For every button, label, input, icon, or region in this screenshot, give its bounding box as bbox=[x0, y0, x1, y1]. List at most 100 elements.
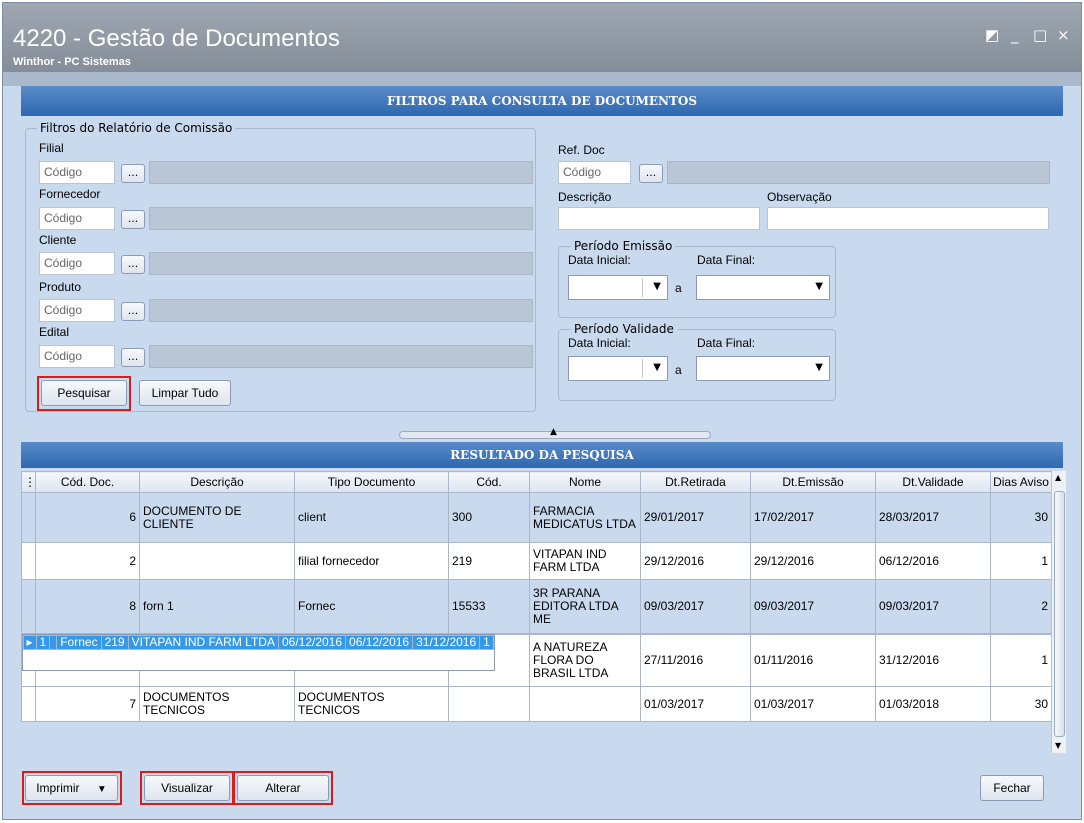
row-indicator bbox=[21, 579, 36, 634]
emissao-data-inicial-label: Data Inicial: bbox=[568, 253, 631, 267]
results-table: ⋮ Cód. Doc. Descrição Tipo Documento Cód… bbox=[21, 471, 1052, 722]
results-header: RESULTADO DA PESQUISA bbox=[21, 442, 1063, 468]
edital-name-field bbox=[149, 345, 533, 368]
validade-data-final-label: Data Final: bbox=[697, 336, 756, 350]
cell-nome: VITAPAN IND FARM LTDA bbox=[529, 542, 641, 580]
filial-label: Filial bbox=[39, 141, 64, 155]
periodo-validade-label: Período Validade bbox=[571, 322, 677, 336]
column-header[interactable]: Dt.Retirada bbox=[640, 471, 751, 493]
cell-descricao bbox=[49, 635, 58, 650]
validade-a-label: a bbox=[675, 363, 682, 377]
fornecedor-label: Fornecedor bbox=[39, 187, 101, 201]
ref-doc-lookup-button[interactable]: ... bbox=[639, 164, 663, 183]
cell-nome: VITAPAN IND FARM LTDA bbox=[127, 635, 279, 650]
cell-dt-validade: 01/03/2018 bbox=[875, 686, 991, 722]
cell-descricao: DOCUMENTO DE CLIENTE bbox=[139, 492, 295, 543]
filters-group-label: Filtros do Relatório de Comissão bbox=[37, 121, 236, 135]
produto-lookup-button[interactable]: ... bbox=[121, 302, 145, 321]
cell-dt-retirada: 09/03/2017 bbox=[640, 579, 751, 634]
cell-dt-emissao: 17/02/2017 bbox=[750, 492, 876, 543]
maximize-icon[interactable]: □ bbox=[1033, 26, 1047, 44]
column-header[interactable]: Descrição bbox=[139, 471, 295, 493]
fornecedor-lookup-button[interactable]: ... bbox=[121, 210, 145, 229]
emissao-data-inicial-select[interactable]: ▼ bbox=[568, 275, 668, 300]
window-title: 4220 - Gestão de Documentos bbox=[13, 25, 340, 52]
scroll-up-icon[interactable]: ▲ bbox=[1055, 473, 1061, 482]
cell-cod bbox=[448, 686, 530, 722]
cell-dt-emissao: 01/11/2016 bbox=[750, 634, 876, 687]
validade-data-final-select[interactable]: ▼ bbox=[696, 356, 830, 381]
cliente-lookup-button[interactable]: ... bbox=[121, 255, 145, 274]
cell-cod: 300 bbox=[448, 492, 530, 543]
splitter-handle[interactable]: ▲ bbox=[399, 427, 711, 439]
observacao-label: Observação bbox=[767, 190, 832, 204]
cliente-name-field bbox=[149, 252, 533, 275]
scroll-thumb[interactable] bbox=[1054, 491, 1065, 737]
column-header[interactable]: Tipo Documento bbox=[294, 471, 449, 493]
cell-tipo: Fornec bbox=[56, 635, 102, 650]
validade-data-inicial-label: Data Inicial: bbox=[568, 336, 631, 350]
cell-dt-validade: 31/12/2016 bbox=[412, 635, 481, 650]
minimize-icon[interactable]: _ bbox=[1011, 26, 1019, 44]
close-icon[interactable]: × bbox=[1057, 26, 1070, 44]
title-bar: 4220 - Gestão de Documentos Winthor - PC… bbox=[3, 3, 1081, 72]
table-row[interactable]: 2 filial fornecedor 219 VITAPAN IND FARM… bbox=[21, 542, 1052, 580]
column-header[interactable]: Dias Aviso bbox=[990, 471, 1052, 493]
chevron-down-icon: ▼ bbox=[653, 362, 661, 373]
chevron-down-icon: ▼ bbox=[815, 281, 823, 292]
imprimir-highlight bbox=[22, 771, 122, 805]
cell-tipo: DOCUMENTOS TECNICOS bbox=[294, 686, 449, 722]
cell-dt-retirada: 27/11/2016 bbox=[640, 634, 751, 687]
row-indicator bbox=[21, 492, 36, 543]
table-row[interactable]: 7 DOCUMENTOS TECNICOS DOCUMENTOS TECNICO… bbox=[21, 686, 1052, 722]
cell-dt-validade: 28/03/2017 bbox=[875, 492, 991, 543]
cell-nome: FARMACIA MEDICATUS LTDA bbox=[529, 492, 641, 543]
observacao-input[interactable] bbox=[767, 207, 1049, 230]
cell-cod: 219 bbox=[448, 542, 530, 580]
scroll-down-icon[interactable]: ▼ bbox=[1055, 741, 1061, 750]
validade-data-inicial-select[interactable]: ▼ bbox=[568, 356, 668, 381]
filters-header: FILTROS PARA CONSULTA DE DOCUMENTOS bbox=[21, 86, 1063, 116]
cell-cod-doc: 8 bbox=[35, 579, 140, 634]
cell-dt-retirada: 29/01/2017 bbox=[640, 492, 751, 543]
edital-code-input[interactable]: Código bbox=[39, 345, 115, 368]
fornecedor-code-input[interactable]: Código bbox=[39, 207, 115, 230]
produto-name-field bbox=[149, 299, 533, 322]
main-panel: FILTROS PARA CONSULTA DE DOCUMENTOS Filt… bbox=[21, 86, 1066, 810]
descricao-input[interactable] bbox=[558, 207, 760, 230]
filial-lookup-button[interactable]: ... bbox=[121, 164, 145, 183]
column-header[interactable]: Cód. Doc. bbox=[35, 471, 140, 493]
table-row[interactable]: 8 forn 1 Fornec 15533 3R PARANA EDITORA … bbox=[21, 579, 1052, 634]
table-row[interactable]: 6 DOCUMENTO DE CLIENTE client 300 FARMAC… bbox=[21, 492, 1052, 543]
cell-dias-aviso: 2 bbox=[990, 579, 1052, 634]
cell-dt-validade: 09/03/2017 bbox=[875, 579, 991, 634]
chevron-up-icon: ▲ bbox=[550, 427, 557, 437]
cell-descricao: forn 1 bbox=[139, 579, 295, 634]
column-header[interactable]: Cód. bbox=[448, 471, 530, 493]
column-header[interactable]: Dt.Emissão bbox=[750, 471, 876, 493]
restore-icon[interactable]: ◩ bbox=[985, 26, 999, 44]
column-header[interactable]: Dt.Validade bbox=[875, 471, 991, 493]
title-band bbox=[3, 72, 1081, 86]
produto-label: Produto bbox=[39, 280, 82, 294]
filial-code-input[interactable]: Código bbox=[39, 161, 115, 184]
cell-dt-emissao: 06/12/2016 bbox=[345, 635, 414, 650]
cell-descricao: DOCUMENTOS TECNICOS bbox=[139, 686, 295, 722]
cell-cod: 219 bbox=[100, 635, 129, 650]
cliente-code-input[interactable]: Código bbox=[39, 252, 115, 275]
results-scrollbar[interactable]: ▲ ▼ bbox=[1051, 471, 1066, 753]
table-row-selected[interactable]: ▸ 1 Fornec 219 VITAPAN IND FARM LTDA 06/… bbox=[21, 634, 495, 671]
cell-dt-validade: 06/12/2016 bbox=[875, 542, 991, 580]
fechar-button[interactable]: Fechar bbox=[980, 775, 1044, 801]
cell-cod-doc: 7 bbox=[35, 686, 140, 722]
cell-dt-retirada: 01/03/2017 bbox=[640, 686, 751, 722]
ref-doc-code-input[interactable]: Código bbox=[558, 161, 631, 184]
cell-cod: 15533 bbox=[448, 579, 530, 634]
column-header[interactable]: Nome bbox=[529, 471, 641, 493]
produto-code-input[interactable]: Código bbox=[39, 299, 115, 322]
emissao-data-final-select[interactable]: ▼ bbox=[696, 275, 830, 300]
cell-dt-emissao: 29/12/2016 bbox=[750, 542, 876, 580]
cell-dt-emissao: 09/03/2017 bbox=[750, 579, 876, 634]
edital-lookup-button[interactable]: ... bbox=[121, 348, 145, 367]
limpar-tudo-button[interactable]: Limpar Tudo bbox=[139, 380, 231, 406]
